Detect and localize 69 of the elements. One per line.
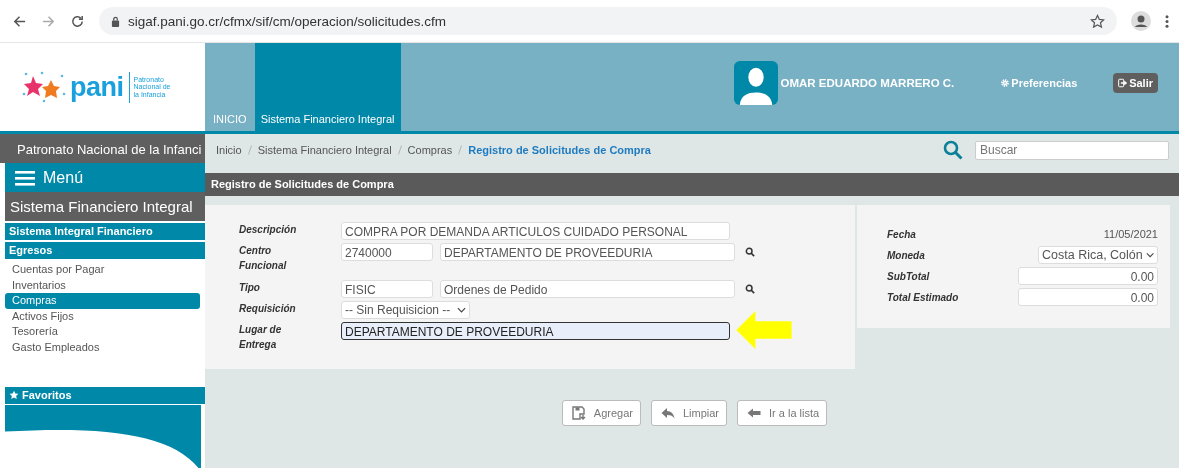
action-button[interactable]: Limpiar: [650, 400, 728, 426]
breadcrumb-link[interactable]: Registro de Solicitudes de Compra: [468, 144, 651, 156]
action-button[interactable]: Ir a la lista: [737, 400, 828, 426]
sidebar-item[interactable]: Compras: [5, 293, 200, 309]
address-bar[interactable]: sigaf.pani.go.cr/cfmx/sif/cm/operacion/solicitudes.cfm: [99, 7, 1117, 35]
field-label: Fecha: [887, 227, 916, 242]
breadcrumb-link[interactable]: Inicio: [216, 144, 242, 156]
group-header[interactable]: Egresos: [5, 242, 205, 260]
stars-logo-icon: [22, 70, 66, 104]
code-field[interactable]: FISIC: [341, 280, 433, 298]
menu-label: Menú: [43, 168, 84, 187]
search-icon[interactable]: [745, 247, 755, 257]
field-label: Tipo: [239, 281, 261, 295]
chevron-icon: [457, 307, 466, 313]
chevron-icon: [1145, 252, 1154, 258]
save-icon: [571, 406, 586, 420]
nav-tab[interactable]: Sistema Financiero Integral: [254, 43, 401, 131]
amount-field[interactable]: 0.00: [1018, 288, 1158, 306]
field-label: Moneda: [887, 248, 925, 263]
field-label: SubTotal: [887, 269, 930, 284]
more-icon[interactable]: [1165, 13, 1169, 29]
section-header[interactable]: Sistema Integral Financiero: [5, 223, 205, 241]
field-label: Descripción: [239, 223, 298, 237]
gear-icon: [1000, 78, 1011, 88]
sign-out-icon: [1118, 78, 1129, 88]
field-label: Centro Funcional: [239, 244, 288, 273]
field-label: Lugar de Entrega: [239, 323, 283, 352]
form-title: Registro de Solicitudes de Compra: [205, 173, 1179, 196]
sidebar-item[interactable]: Tesorería: [5, 324, 200, 340]
breadcrumb-separator-icon: [397, 145, 402, 155]
breadcrumb-separator-icon: [458, 145, 463, 155]
logo-wordmark: pani: [70, 71, 130, 103]
name-field[interactable]: Ordenes de Pedido: [440, 280, 735, 298]
lock-icon: [111, 15, 120, 27]
sidebar-item[interactable]: Activos Fijos: [5, 308, 200, 325]
menu-icon: [15, 169, 35, 186]
search-icon[interactable]: [745, 284, 755, 294]
user-name: OMAR EDUARDO MARRERO C.: [780, 77, 955, 89]
field-label: Total Estimado: [887, 290, 959, 305]
text-field[interactable]: DEPARTAMENTO DE PROVEEDURIA: [341, 322, 730, 340]
left-arrow-icon: [747, 406, 762, 420]
name-field[interactable]: DEPARTAMENTO DE PROVEEDURIA: [440, 243, 735, 261]
arrow-annotation: [736, 311, 792, 349]
avatar-icon: [733, 61, 778, 105]
action-button[interactable]: Agregar: [561, 400, 641, 426]
code-field[interactable]: 2740000: [341, 243, 433, 261]
logout-button[interactable]: Salir: [1113, 73, 1158, 93]
breadcrumb-link[interactable]: Sistema Financiero Integral: [257, 144, 392, 156]
organization-title: Patronato Nacional de la Infanci: [0, 134, 205, 163]
text-field[interactable]: COMPRA POR DEMANDA ARTICULOS CUIDADO PERSONAL: [341, 222, 730, 240]
field-label: Requisición: [239, 302, 297, 316]
profile-icon[interactable]: [1131, 11, 1151, 31]
system-title: Sistema Financiero Integral: [5, 192, 205, 222]
sidebar-item[interactable]: Cuentas por Pagar: [5, 262, 200, 278]
reload-icon[interactable]: [70, 13, 85, 29]
date-value: 11/05/2021: [1103, 228, 1158, 240]
breadcrumb-separator-icon: [247, 145, 252, 155]
favorites-header[interactable]: Favoritos: [5, 387, 205, 405]
search-field[interactable]: Buscar: [975, 140, 1169, 160]
star-icon[interactable]: [1090, 13, 1105, 29]
sidebar-item[interactable]: Gasto Empleados: [5, 339, 200, 356]
requisition-dropdown[interactable]: -- Sin Requisicion --: [341, 301, 470, 319]
amount-field[interactable]: 0.00: [1018, 267, 1158, 285]
sidebar-item[interactable]: Inventarios: [5, 277, 200, 294]
star-icon: [9, 390, 19, 401]
breadcrumb-link[interactable]: Compras: [407, 144, 453, 156]
currency-dropdown[interactable]: Costa Rica, Colón: [1038, 246, 1158, 264]
menu-header[interactable]: Menú: [5, 162, 205, 193]
reply-icon: [660, 406, 675, 420]
